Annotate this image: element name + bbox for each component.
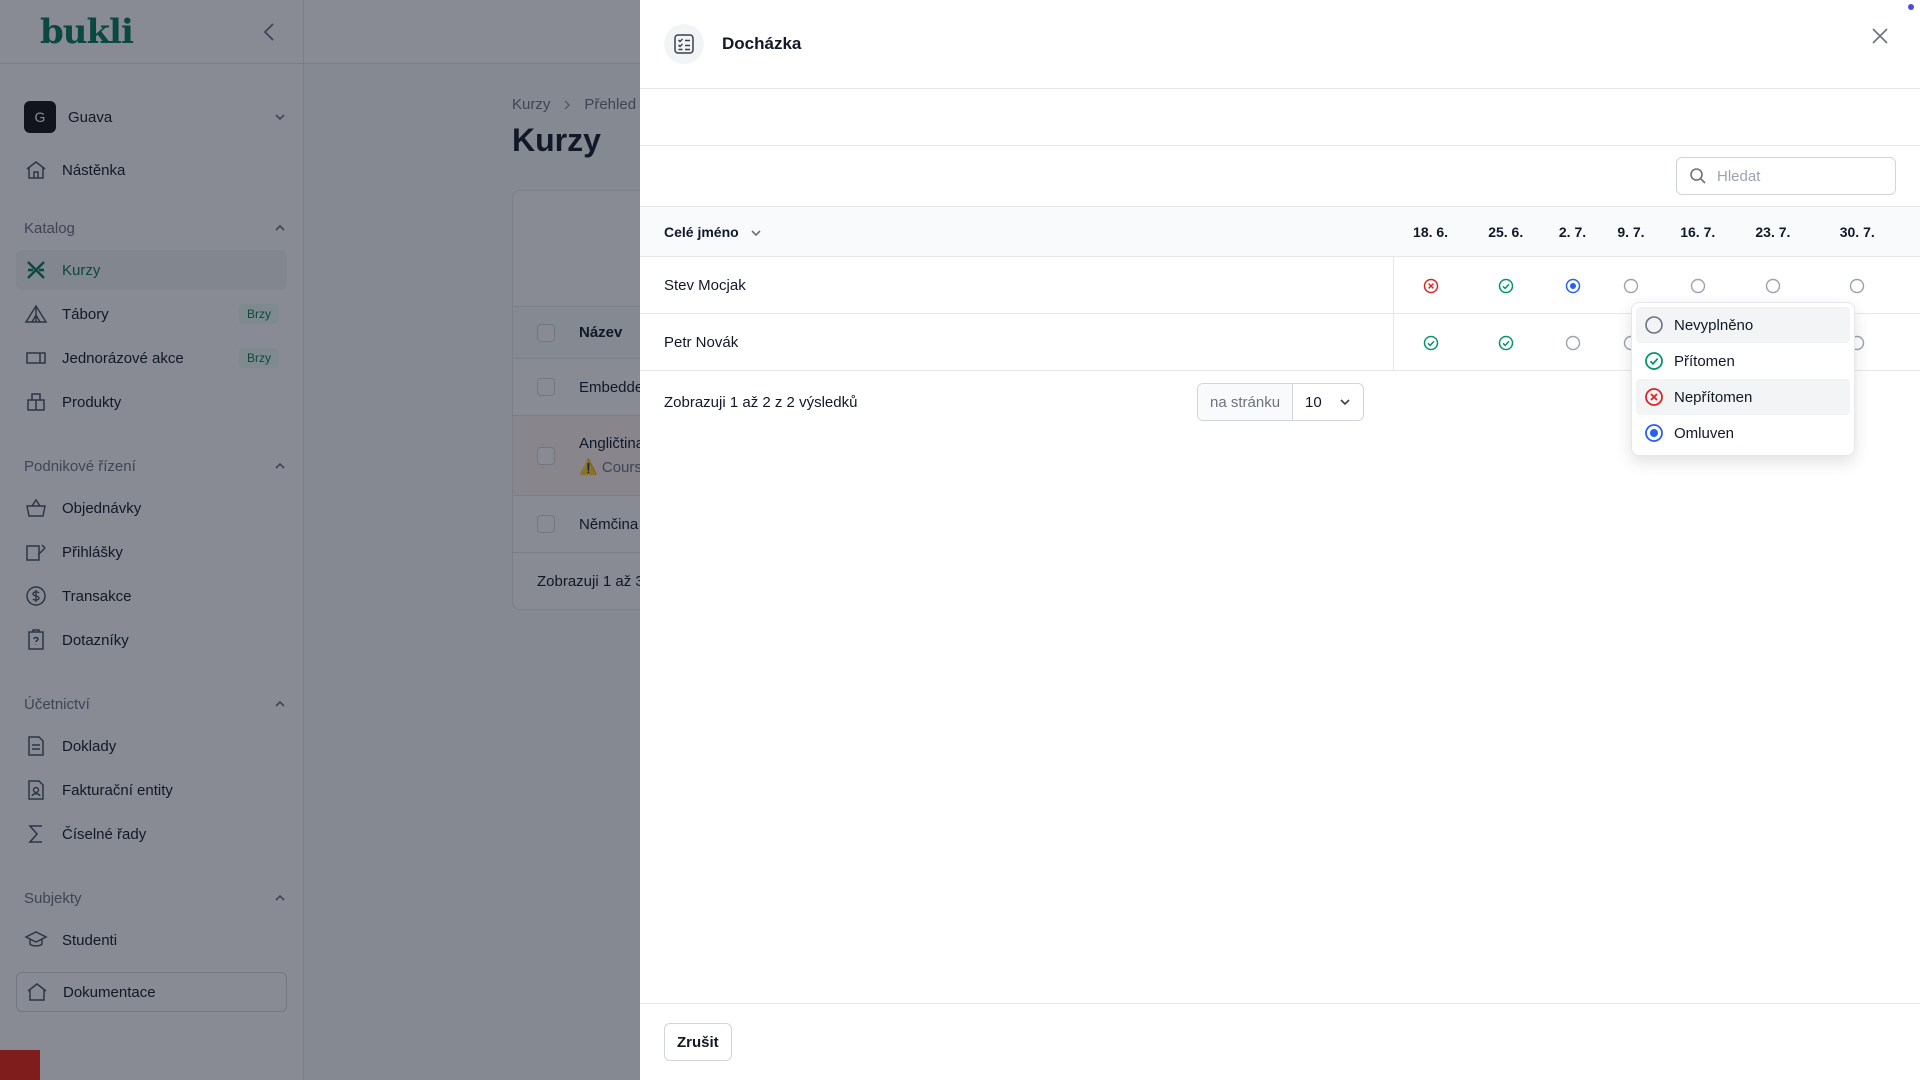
panel-title: Docházka [722,34,802,53]
per-page-label: na stránku [1198,384,1294,420]
student-name: Petr Novák [640,313,1394,371]
status-option-label: Omluven [1674,424,1735,442]
attendance-status-cell[interactable] [1423,278,1439,294]
column-header-date: 23. 7. [1755,223,1791,240]
x-circle-icon [1645,388,1663,406]
chevron-down-icon [751,230,761,236]
search-box[interactable] [1676,157,1896,195]
notification-dot [1908,4,1914,10]
attendance-status-cell[interactable] [1498,335,1514,351]
status-option-empty[interactable]: Nevyplněno [1636,307,1850,343]
status-option-label: Nevyplněno [1674,316,1754,334]
search-icon [1690,168,1706,184]
column-header-full-name[interactable]: Celé jméno [640,207,1393,257]
panel-toolbar [640,146,1920,206]
per-page-value: 10 [1305,393,1322,411]
results-text: Zobrazuji 1 až 2 z 2 výsledků [664,393,858,411]
student-name: Stev Mocjak [640,256,1394,314]
per-page-select[interactable]: na stránku 10 [1197,383,1365,421]
status-option-present[interactable]: Přítomen [1636,343,1850,379]
attendance-panel: Docházka Celé jméno 18. 6. 25. 6. 2. 7. … [640,0,1920,1080]
attendance-status-cell[interactable] [1690,278,1706,294]
column-header-date: 30. 7. [1839,223,1875,240]
status-option-absent[interactable]: Nepřítomen [1636,379,1850,415]
status-option-label: Nepřítomen [1674,388,1753,406]
radio-dot-icon [1645,424,1663,442]
column-header-date: 9. 7. [1617,223,1645,240]
attendance-status-cell[interactable] [1423,335,1439,351]
status-option-excused[interactable]: Omluven [1636,415,1850,451]
attendance-table-header: Celé jméno 18. 6. 25. 6. 2. 7. 9. 7. 16.… [640,206,1920,257]
close-icon[interactable] [1864,20,1896,52]
debug-toolbar-icon[interactable] [0,1050,40,1080]
attendance-status-cell[interactable] [1498,278,1514,294]
panel-spacer [640,89,1920,146]
panel-header: Docházka [640,0,1920,89]
cancel-button[interactable]: Zrušit [664,1023,732,1061]
empty-circle-icon [1645,316,1663,334]
panel-footer: Zrušit [640,1003,1920,1080]
chevron-down-icon [1340,399,1350,406]
attendance-status-cell[interactable] [1765,278,1781,294]
column-header-date: 16. 7. [1680,223,1716,240]
attendance-status-cell[interactable] [1849,278,1865,294]
column-header-date: 18. 6. [1413,223,1449,240]
attendance-status-cell[interactable] [1565,335,1581,351]
column-header-date: 25. 6. [1488,223,1524,240]
check-circle-icon [1645,352,1663,370]
column-header-label: Celé jméno [664,223,739,240]
attendance-status-cell[interactable] [1565,278,1581,294]
attendance-list-icon [664,24,704,64]
attendance-status-dropdown: Nevyplněno Přítomen Nepřítomen Omluven [1631,302,1855,456]
attendance-status-cell[interactable] [1623,278,1639,294]
status-option-label: Přítomen [1674,352,1735,370]
column-header-date: 2. 7. [1558,223,1587,240]
search-input[interactable] [1717,167,1877,185]
